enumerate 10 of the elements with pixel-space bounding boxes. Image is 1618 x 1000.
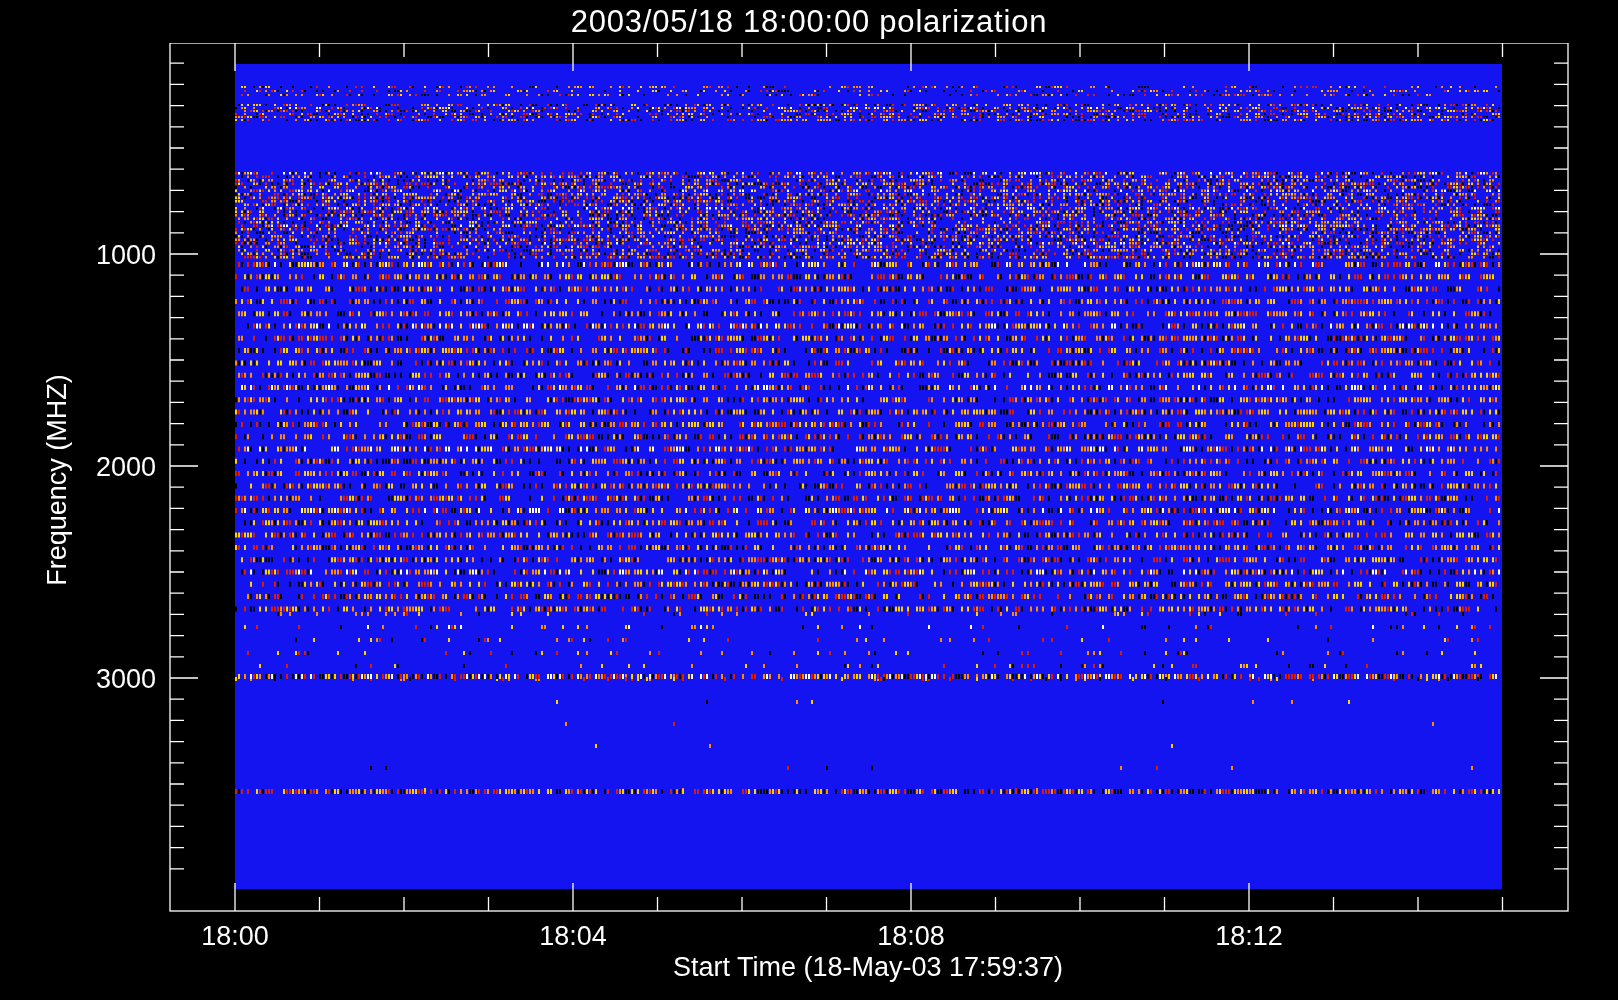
tick-label: 18:04 [539, 921, 607, 951]
tick-label: 18:00 [201, 921, 269, 951]
tick-label: 1000 [95, 240, 156, 270]
axis-title: Start Time (18-May-03 17:59:37) [672, 952, 1064, 982]
axis-title: Frequency (MHZ) [42, 374, 72, 586]
tick-label: 18:08 [877, 921, 945, 951]
plot-title: 2003/05/18 18:00:00 polarization [570, 6, 1048, 37]
tick-label: 18:12 [1215, 921, 1283, 951]
tick-label: 3000 [95, 664, 156, 694]
tick-label: 2000 [95, 452, 156, 482]
